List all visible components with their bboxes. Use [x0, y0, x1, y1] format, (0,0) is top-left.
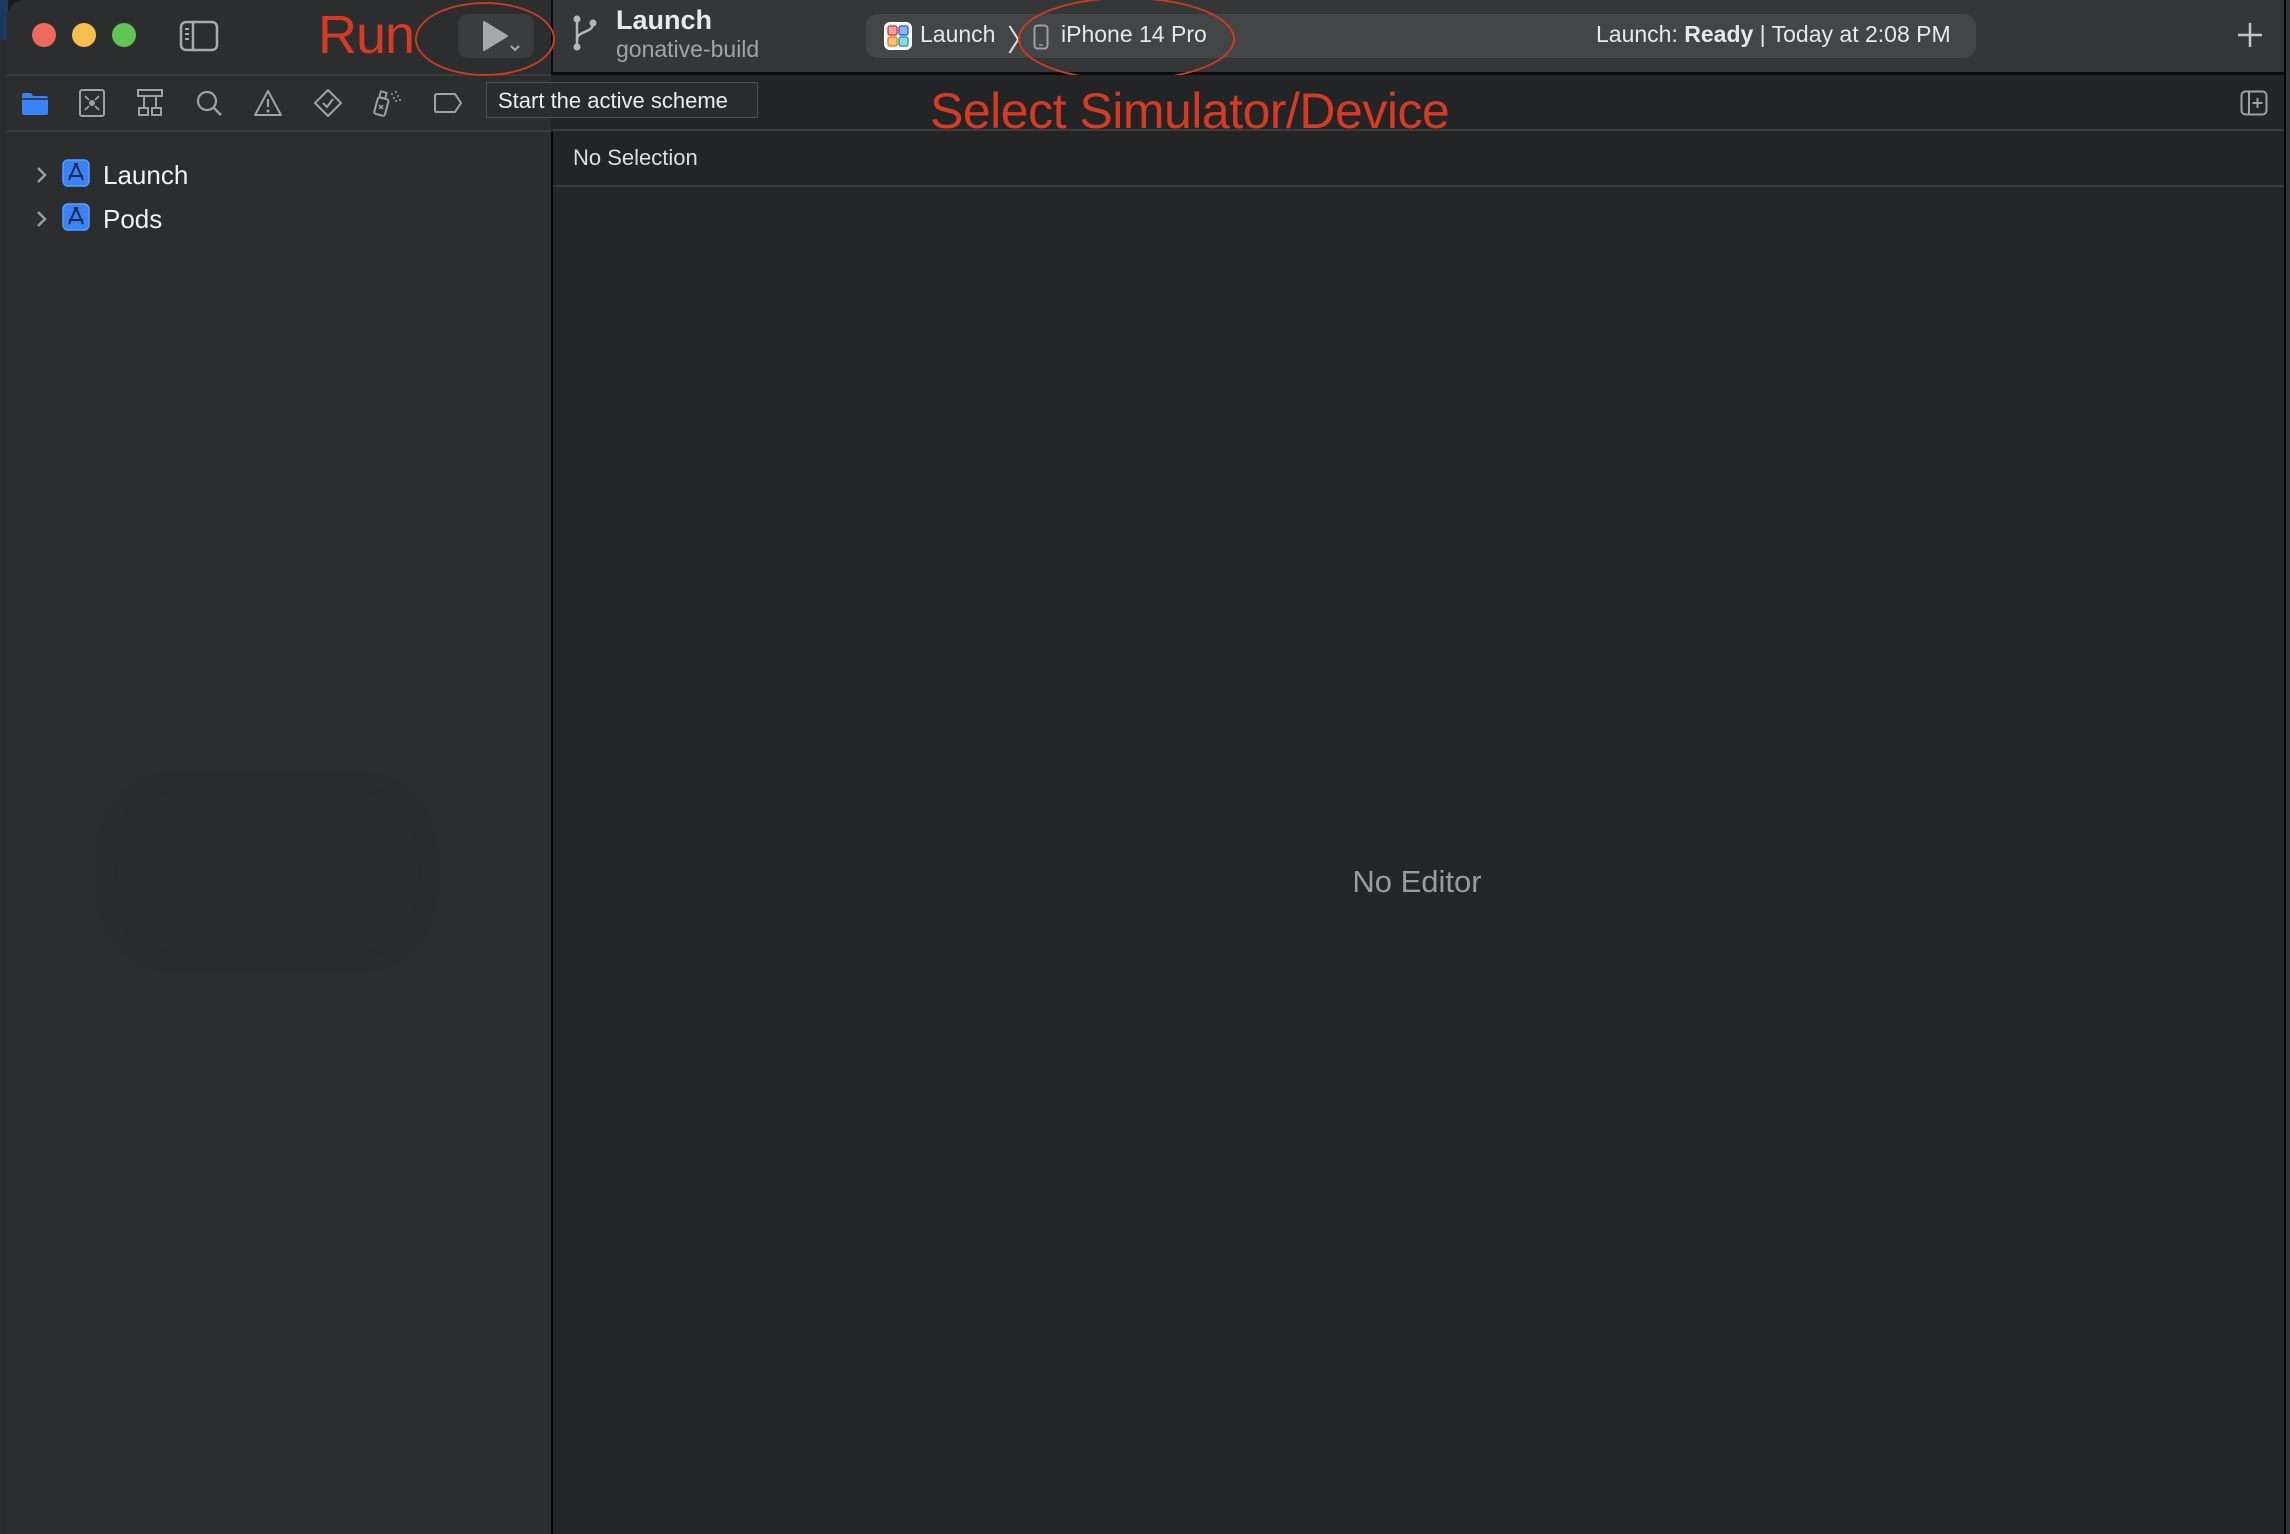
- device-selector[interactable]: iPhone 14 Pro: [1061, 21, 1207, 48]
- project-navigator: Launch Pods: [7, 132, 553, 1534]
- tree-item-label: Launch: [103, 160, 188, 191]
- minimize-window-button[interactable]: [72, 23, 96, 47]
- status-prefix: Launch:: [1596, 21, 1684, 47]
- translucency-artifact: [117, 792, 417, 952]
- status-divider: |: [1753, 21, 1771, 47]
- no-editor-placeholder: No Editor: [1317, 864, 1517, 900]
- run-button[interactable]: [458, 14, 534, 58]
- search-icon[interactable]: [195, 89, 225, 117]
- desktop-background-right: [2286, 0, 2290, 1534]
- hierarchy-icon[interactable]: [135, 89, 165, 117]
- plus-icon[interactable]: [2235, 20, 2265, 50]
- branch-name[interactable]: gonative-build: [616, 36, 759, 63]
- xcode-project-icon: [62, 159, 90, 187]
- tree-item-pods[interactable]: Pods: [35, 199, 535, 239]
- sidebar-left-icon[interactable]: [179, 20, 219, 52]
- jump-bar: No Selection: [553, 131, 2284, 187]
- debug-spray-icon[interactable]: [373, 89, 403, 117]
- scheme-selector[interactable]: Launch: [920, 21, 995, 48]
- breakpoint-tag-icon[interactable]: [433, 89, 463, 117]
- xcode-window: Run Launch gonative-build Launch 〉 iPhon…: [7, 0, 2286, 1534]
- iphone-icon: [1033, 24, 1049, 50]
- branch-icon: [572, 12, 600, 52]
- chevron-right-icon[interactable]: [35, 165, 49, 185]
- build-status: Launch: Ready | Today at 2:08 PM: [1596, 21, 1951, 48]
- warning-icon[interactable]: [253, 89, 283, 117]
- inspector-add-icon[interactable]: [2240, 90, 2268, 116]
- run-button-tooltip: Start the active scheme: [486, 82, 758, 118]
- scheme-app-icon[interactable]: [884, 22, 912, 50]
- xcode-project-icon: [62, 203, 90, 231]
- chevron-right-icon[interactable]: [35, 209, 49, 229]
- status-time: Today at 2:08 PM: [1772, 21, 1951, 47]
- play-icon: [458, 14, 534, 58]
- status-state: Ready: [1684, 21, 1753, 47]
- tree-item-label: Pods: [103, 204, 162, 235]
- run-annotation: Run: [318, 4, 414, 66]
- close-window-button[interactable]: [32, 23, 56, 47]
- jump-bar-label: No Selection: [573, 145, 698, 171]
- zoom-window-button[interactable]: [112, 23, 136, 47]
- source-control-icon[interactable]: [77, 89, 107, 117]
- folder-icon[interactable]: [20, 89, 50, 117]
- tree-item-launch[interactable]: Launch: [35, 155, 535, 195]
- scheme-title[interactable]: Launch: [616, 5, 712, 36]
- test-diamond-icon[interactable]: [313, 89, 343, 117]
